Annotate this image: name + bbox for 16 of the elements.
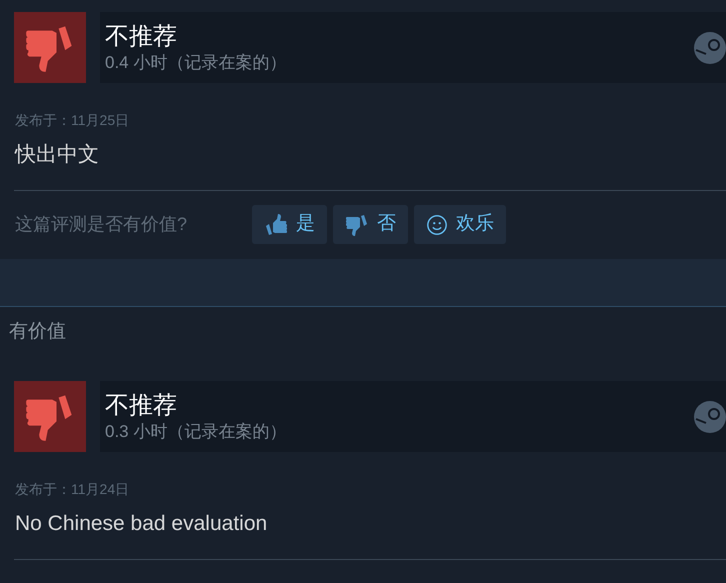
review-text: No Chinese bad evaluation [15,511,268,537]
section-heading: 有价值 [9,320,66,344]
hours-played: 0.4 小时（记录在案的） [105,52,286,74]
post-date: 发布于：11月25日 [15,111,130,129]
helpful-question: 这篇评测是否有价值? [15,213,188,236]
verdict-title: 不推荐 [105,22,178,52]
post-date: 发布于：11月24日 [15,480,130,498]
thumb-up-icon [264,212,288,236]
thumb-down-icon [345,212,369,236]
no-vote-button[interactable]: 否 [333,205,408,244]
smiley-icon [426,214,448,236]
funny-vote-button[interactable]: 欢乐 [414,205,506,244]
hours-played: 0.3 小时（记录在案的） [105,420,286,442]
review-text: 快出中文 [15,142,100,168]
yes-vote-button[interactable]: 是 [252,205,327,244]
verdict-title: 不推荐 [105,390,178,420]
